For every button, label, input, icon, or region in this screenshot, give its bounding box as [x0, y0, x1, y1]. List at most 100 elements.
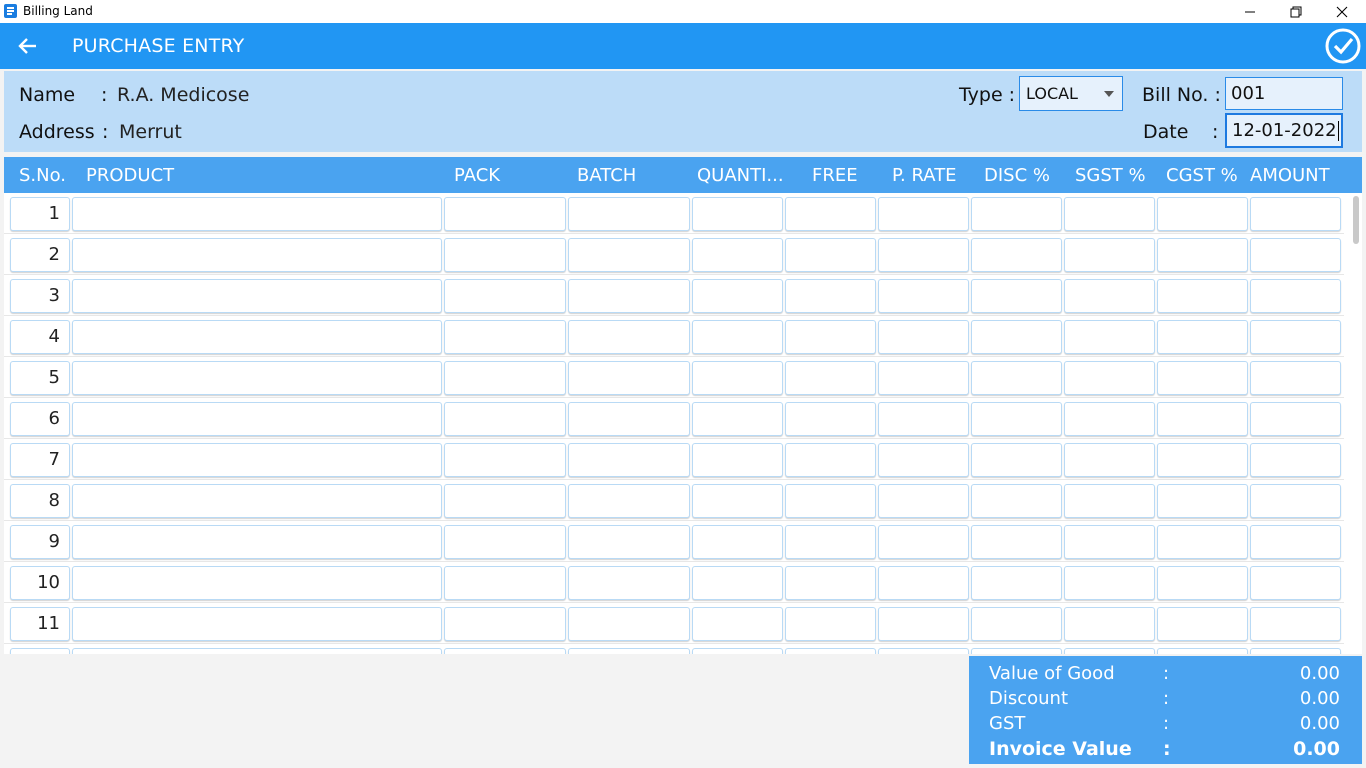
- free-cell[interactable]: [785, 197, 876, 231]
- sgst-cell[interactable]: [1064, 443, 1155, 477]
- disc-cell[interactable]: [971, 648, 1062, 654]
- disc-cell[interactable]: [971, 320, 1062, 354]
- batch-cell[interactable]: [568, 648, 690, 654]
- pack-cell[interactable]: [444, 443, 566, 477]
- quantity-cell[interactable]: [692, 402, 783, 436]
- cgst-cell[interactable]: [1157, 607, 1248, 641]
- product-cell[interactable]: [72, 484, 442, 518]
- amount-cell[interactable]: [1250, 238, 1341, 272]
- back-button[interactable]: [14, 33, 42, 59]
- pack-cell[interactable]: [444, 484, 566, 518]
- sgst-cell[interactable]: [1064, 566, 1155, 600]
- p-rate-cell[interactable]: [878, 402, 969, 436]
- sgst-cell[interactable]: [1064, 648, 1155, 654]
- quantity-cell[interactable]: [692, 484, 783, 518]
- quantity-cell[interactable]: [692, 566, 783, 600]
- disc-cell[interactable]: [971, 443, 1062, 477]
- cgst-cell[interactable]: [1157, 443, 1248, 477]
- bill-no-input[interactable]: 001: [1225, 77, 1343, 110]
- type-dropdown[interactable]: LOCAL: [1019, 76, 1123, 111]
- p-rate-cell[interactable]: [878, 279, 969, 313]
- cgst-cell[interactable]: [1157, 197, 1248, 231]
- quantity-cell[interactable]: [692, 607, 783, 641]
- p-rate-cell[interactable]: [878, 320, 969, 354]
- pack-cell[interactable]: [444, 279, 566, 313]
- p-rate-cell[interactable]: [878, 525, 969, 559]
- free-cell[interactable]: [785, 402, 876, 436]
- amount-cell[interactable]: [1250, 525, 1341, 559]
- sgst-cell[interactable]: [1064, 402, 1155, 436]
- close-button[interactable]: [1319, 0, 1365, 23]
- quantity-cell[interactable]: [692, 279, 783, 313]
- amount-cell[interactable]: [1250, 402, 1341, 436]
- product-cell[interactable]: [72, 566, 442, 600]
- p-rate-cell[interactable]: [878, 566, 969, 600]
- free-cell[interactable]: [785, 238, 876, 272]
- amount-cell[interactable]: [1250, 607, 1341, 641]
- sgst-cell[interactable]: [1064, 361, 1155, 395]
- p-rate-cell[interactable]: [878, 484, 969, 518]
- free-cell[interactable]: [785, 607, 876, 641]
- cgst-cell[interactable]: [1157, 402, 1248, 436]
- minimize-button[interactable]: [1227, 0, 1273, 23]
- batch-cell[interactable]: [568, 443, 690, 477]
- quantity-cell[interactable]: [692, 197, 783, 231]
- amount-cell[interactable]: [1250, 484, 1341, 518]
- free-cell[interactable]: [785, 484, 876, 518]
- save-check-button[interactable]: [1324, 27, 1362, 65]
- quantity-cell[interactable]: [692, 648, 783, 654]
- product-cell[interactable]: [72, 197, 442, 231]
- free-cell[interactable]: [785, 320, 876, 354]
- cgst-cell[interactable]: [1157, 484, 1248, 518]
- cgst-cell[interactable]: [1157, 361, 1248, 395]
- p-rate-cell[interactable]: [878, 443, 969, 477]
- cgst-cell[interactable]: [1157, 238, 1248, 272]
- free-cell[interactable]: [785, 566, 876, 600]
- free-cell[interactable]: [785, 361, 876, 395]
- pack-cell[interactable]: [444, 402, 566, 436]
- product-cell[interactable]: [72, 361, 442, 395]
- product-cell[interactable]: [72, 607, 442, 641]
- p-rate-cell[interactable]: [878, 238, 969, 272]
- disc-cell[interactable]: [971, 197, 1062, 231]
- p-rate-cell[interactable]: [878, 361, 969, 395]
- product-cell[interactable]: [72, 320, 442, 354]
- free-cell[interactable]: [785, 525, 876, 559]
- pack-cell[interactable]: [444, 566, 566, 600]
- product-cell[interactable]: [72, 279, 442, 313]
- product-cell[interactable]: [72, 648, 442, 654]
- pack-cell[interactable]: [444, 648, 566, 654]
- amount-cell[interactable]: [1250, 361, 1341, 395]
- disc-cell[interactable]: [971, 402, 1062, 436]
- free-cell[interactable]: [785, 443, 876, 477]
- batch-cell[interactable]: [568, 279, 690, 313]
- p-rate-cell[interactable]: [878, 197, 969, 231]
- quantity-cell[interactable]: [692, 238, 783, 272]
- batch-cell[interactable]: [568, 402, 690, 436]
- disc-cell[interactable]: [971, 279, 1062, 313]
- amount-cell[interactable]: [1250, 648, 1341, 654]
- batch-cell[interactable]: [568, 566, 690, 600]
- amount-cell[interactable]: [1250, 566, 1341, 600]
- pack-cell[interactable]: [444, 525, 566, 559]
- free-cell[interactable]: [785, 648, 876, 654]
- disc-cell[interactable]: [971, 361, 1062, 395]
- amount-cell[interactable]: [1250, 279, 1341, 313]
- batch-cell[interactable]: [568, 320, 690, 354]
- pack-cell[interactable]: [444, 361, 566, 395]
- pack-cell[interactable]: [444, 607, 566, 641]
- product-cell[interactable]: [72, 402, 442, 436]
- quantity-cell[interactable]: [692, 320, 783, 354]
- product-cell[interactable]: [72, 238, 442, 272]
- pack-cell[interactable]: [444, 197, 566, 231]
- cgst-cell[interactable]: [1157, 566, 1248, 600]
- sgst-cell[interactable]: [1064, 607, 1155, 641]
- pack-cell[interactable]: [444, 238, 566, 272]
- restore-button[interactable]: [1273, 0, 1319, 23]
- batch-cell[interactable]: [568, 607, 690, 641]
- date-input[interactable]: 12-01-2022: [1225, 113, 1343, 148]
- sgst-cell[interactable]: [1064, 320, 1155, 354]
- p-rate-cell[interactable]: [878, 648, 969, 654]
- quantity-cell[interactable]: [692, 443, 783, 477]
- batch-cell[interactable]: [568, 525, 690, 559]
